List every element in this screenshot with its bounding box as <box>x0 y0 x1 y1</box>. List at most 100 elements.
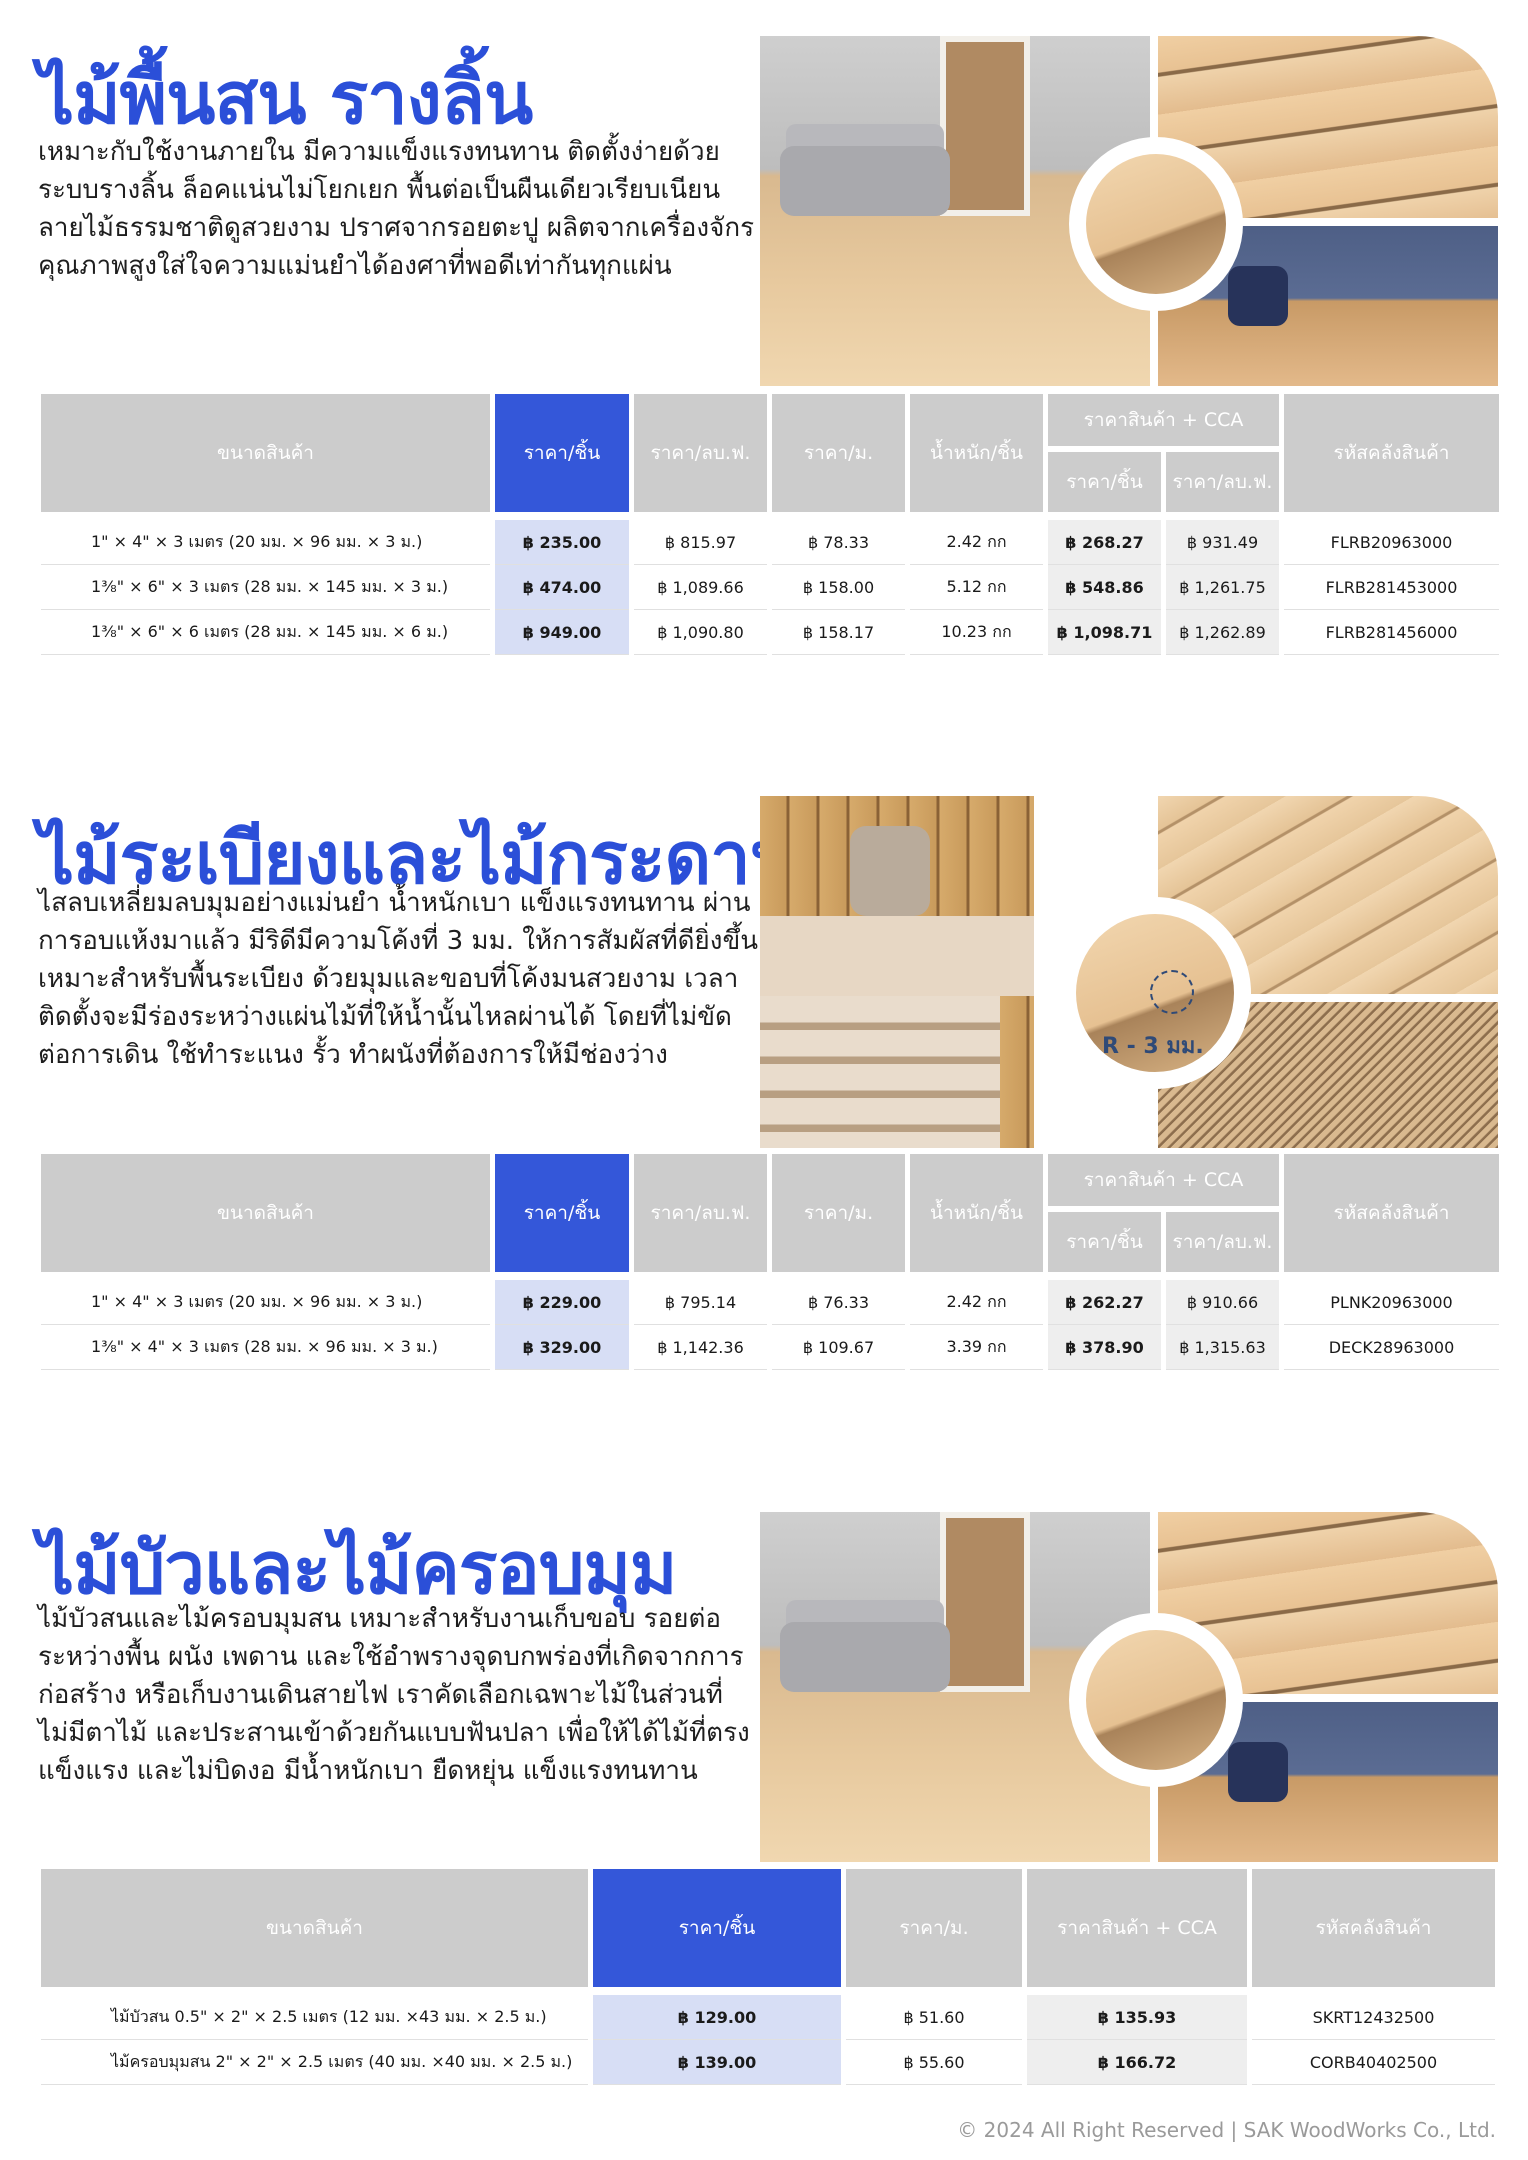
header-size: ขนาดสินค้า <box>41 394 490 512</box>
header-cca-piece: ราคา/ชิ้น <box>1048 452 1161 512</box>
cell-sku: DECK28963000 <box>1284 1325 1499 1370</box>
cell-price-sqft: ฿ 1,090.80 <box>634 610 767 655</box>
radius-label: R - 3 มม. <box>1102 1034 1204 1059</box>
header-price-sqft: ราคา/ลบ.ฟ. <box>634 1154 767 1272</box>
table-row: ไม้ครอบมุมสน 2" × 2" × 2.5 เมตร (40 มม. … <box>41 2040 1495 2085</box>
cell-weight: 3.39 กก <box>910 1325 1043 1370</box>
header-cca-sqft: ราคา/ลบ.ฟ. <box>1166 1212 1279 1272</box>
cell-price-piece: ฿ 129.00 <box>593 1995 841 2040</box>
table-row: 1⅜" × 4" × 3 เมตร (28 มม. × 96 มม. × 3 ม… <box>41 1325 1499 1370</box>
price-table: ขนาดสินค้า ราคา/ชิ้น ราคา/ลบ.ฟ. ราคา/ม. … <box>36 394 1504 655</box>
cell-weight: 10.23 กก <box>910 610 1043 655</box>
sofa-illustration <box>780 1622 950 1692</box>
cell-weight: 2.42 กก <box>910 1280 1043 1325</box>
cell-price-piece: ฿ 949.00 <box>495 610 629 655</box>
office-chair-illustration <box>850 826 930 916</box>
cell-size: 1" × 4" × 3 เมตร (20 มม. × 96 มม. × 3 ม.… <box>41 1280 490 1325</box>
cell-price-sqft: ฿ 795.14 <box>634 1280 767 1325</box>
railing-illustration <box>760 996 1000 1148</box>
desc-line: ลายไม้ธรรมชาติดูสวยงาม ปราศจากรอยตะปู ผล… <box>38 213 755 243</box>
desc-line: การอบแห้งมาแล้ว มีริดีมีความโค้งที่ 3 มม… <box>38 926 758 956</box>
cell-price-piece: ฿ 235.00 <box>495 520 629 565</box>
cell-cca-piece: ฿ 378.90 <box>1048 1325 1161 1370</box>
header-cca: ราคาสินค้า + CCA <box>1027 1869 1247 1987</box>
header-price-piece: ราคา/ชิ้น <box>495 1154 629 1272</box>
sofa-illustration <box>780 146 950 216</box>
desc-line: ไม้บัวสนและไม้ครอบมุมสน เหมาะสำหรับงานเก… <box>38 1604 721 1634</box>
header-cca-sqft: ราคา/ลบ.ฟ. <box>1166 452 1279 512</box>
cell-price-piece: ฿ 139.00 <box>593 2040 841 2085</box>
cell-price-m: ฿ 51.60 <box>846 1995 1022 2040</box>
cell-price-m: ฿ 55.60 <box>846 2040 1022 2085</box>
cell-sku: FLRB20963000 <box>1284 520 1499 565</box>
header-sku: รหัสคลังสินค้า <box>1284 394 1499 512</box>
cell-size: 1" × 4" × 3 เมตร (20 มม. × 96 มม. × 3 ม.… <box>41 520 490 565</box>
cell-size: ไม้บัวสน 0.5" × 2" × 2.5 เมตร (12 มม. ×4… <box>41 1995 588 2040</box>
cell-price-m: ฿ 158.00 <box>772 565 905 610</box>
cell-sku: CORB40402500 <box>1252 2040 1495 2085</box>
cell-price-sqft: ฿ 1,142.36 <box>634 1325 767 1370</box>
desc-line: ไม่มีตาไม้ และประสานเข้าด้วยกันแบบฟันปลา… <box>38 1718 750 1748</box>
desc-line: ติดตั้งจะมีร่องระหว่างแผ่นไม้ที่ให้น้ำนั… <box>38 1002 732 1032</box>
desk-illustration <box>760 916 1034 996</box>
table-row: 1" × 4" × 3 เมตร (20 มม. × 96 มม. × 3 ม.… <box>41 520 1499 565</box>
cell-cca-sqft: ฿ 931.49 <box>1166 520 1279 565</box>
section-description: ไม้บัวสนและไม้ครอบมุมสน เหมาะสำหรับงานเก… <box>38 1600 750 1790</box>
desc-line: คุณภาพสูงใส่ใจความแม่นยำได้องศาที่พอดีเท… <box>38 251 672 281</box>
price-table: ขนาดสินค้า ราคา/ชิ้น ราคา/ม. ราคาสินค้า … <box>36 1869 1500 2085</box>
cell-price-m: ฿ 109.67 <box>772 1325 905 1370</box>
rounded-edge-circle: R - 3 มม. <box>1062 900 1248 1086</box>
desc-line: เหมาะกับใช้งานภายใน มีความแข็งแรงทนทาน ต… <box>38 137 720 167</box>
desc-line: ระหว่างพื้น ผนัง เพดาน และใช้อำพรางจุดบก… <box>38 1642 744 1672</box>
desc-line: ก่อสร้าง หรือเก็บงานเดินสายไฟ เราคัดเลือ… <box>38 1680 723 1710</box>
header-price-m: ราคา/ม. <box>772 1154 905 1272</box>
plank-profile-circle <box>1072 1616 1240 1784</box>
table-row: 1⅜" × 6" × 3 เมตร (28 มม. × 145 มม. × 3 … <box>41 565 1499 610</box>
cell-price-piece: ฿ 229.00 <box>495 1280 629 1325</box>
armchair-illustration <box>1228 1742 1288 1802</box>
header-sku: รหัสคลังสินค้า <box>1252 1869 1495 1987</box>
desc-line: ระบบรางลิ้น ล็อคแน่นไม่โยกเยก พื้นต่อเป็… <box>38 175 721 205</box>
cell-cca-sqft: ฿ 910.66 <box>1166 1280 1279 1325</box>
header-weight: น้ำหนัก/ชิ้น <box>910 394 1043 512</box>
table-row: ไม้บัวสน 0.5" × 2" × 2.5 เมตร (12 มม. ×4… <box>41 1995 1495 2040</box>
cell-sku: FLRB281456000 <box>1284 610 1499 655</box>
price-table: ขนาดสินค้า ราคา/ชิ้น ราคา/ลบ.ฟ. ราคา/ม. … <box>36 1154 1504 1370</box>
plank-profile-circle <box>1072 140 1240 308</box>
bookshelf-illustration <box>940 36 1030 216</box>
cell-price-m: ฿ 78.33 <box>772 520 905 565</box>
desc-line: แข็งแรง และไม่บิดงอ มีน้ำหนักเบา ยืดหยุ่… <box>38 1756 698 1786</box>
cell-size: 1⅜" × 4" × 3 เมตร (28 มม. × 96 มม. × 3 ม… <box>41 1325 490 1370</box>
radius-marker-icon <box>1150 970 1194 1014</box>
header-size: ขนาดสินค้า <box>41 1154 490 1272</box>
header-sku: รหัสคลังสินค้า <box>1284 1154 1499 1272</box>
office-photo <box>760 796 1034 1148</box>
cell-sku: FLRB281453000 <box>1284 565 1499 610</box>
cell-price-sqft: ฿ 1,089.66 <box>634 565 767 610</box>
bookshelf-illustration <box>940 1512 1030 1692</box>
cell-cca-sqft: ฿ 1,261.75 <box>1166 565 1279 610</box>
header-price-m: ราคา/ม. <box>772 394 905 512</box>
cell-weight: 5.12 กก <box>910 565 1043 610</box>
cell-price-m: ฿ 76.33 <box>772 1280 905 1325</box>
cell-price-sqft: ฿ 815.97 <box>634 520 767 565</box>
header-price-m: ราคา/ม. <box>846 1869 1022 1987</box>
cell-size: 1⅜" × 6" × 3 เมตร (28 มม. × 145 มม. × 3 … <box>41 565 490 610</box>
desc-line: ต่อการเดิน ใช้ทำระแนง รั้ว ทำผนังที่ต้อง… <box>38 1040 668 1070</box>
header-cca-piece: ราคา/ชิ้น <box>1048 1212 1161 1272</box>
cell-cca-sqft: ฿ 1,262.89 <box>1166 610 1279 655</box>
cell-cca: ฿ 135.93 <box>1027 1995 1247 2040</box>
cell-sku: PLNK20963000 <box>1284 1280 1499 1325</box>
cell-price-piece: ฿ 474.00 <box>495 565 629 610</box>
table-row: 1" × 4" × 3 เมตร (20 มม. × 96 มม. × 3 ม.… <box>41 1280 1499 1325</box>
desc-line: ไสลบเหลี่ยมลบมุมอย่างแม่นยำ น้ำหนักเบา แ… <box>38 888 751 918</box>
armchair-illustration <box>1228 266 1288 326</box>
cell-size: ไม้ครอบมุมสน 2" × 2" × 2.5 เมตร (40 มม. … <box>41 2040 588 2085</box>
cell-price-piece: ฿ 329.00 <box>495 1325 629 1370</box>
section-description: เหมาะกับใช้งานภายใน มีความแข็งแรงทนทาน ต… <box>38 133 755 285</box>
header-weight: น้ำหนัก/ชิ้น <box>910 1154 1043 1272</box>
footer-copyright: © 2024 All Right Reserved | SAK WoodWork… <box>957 2118 1496 2142</box>
header-size: ขนาดสินค้า <box>41 1869 588 1987</box>
header-cca: ราคาสินค้า + CCA <box>1048 394 1279 452</box>
header-price-sqft: ราคา/ลบ.ฟ. <box>634 394 767 512</box>
